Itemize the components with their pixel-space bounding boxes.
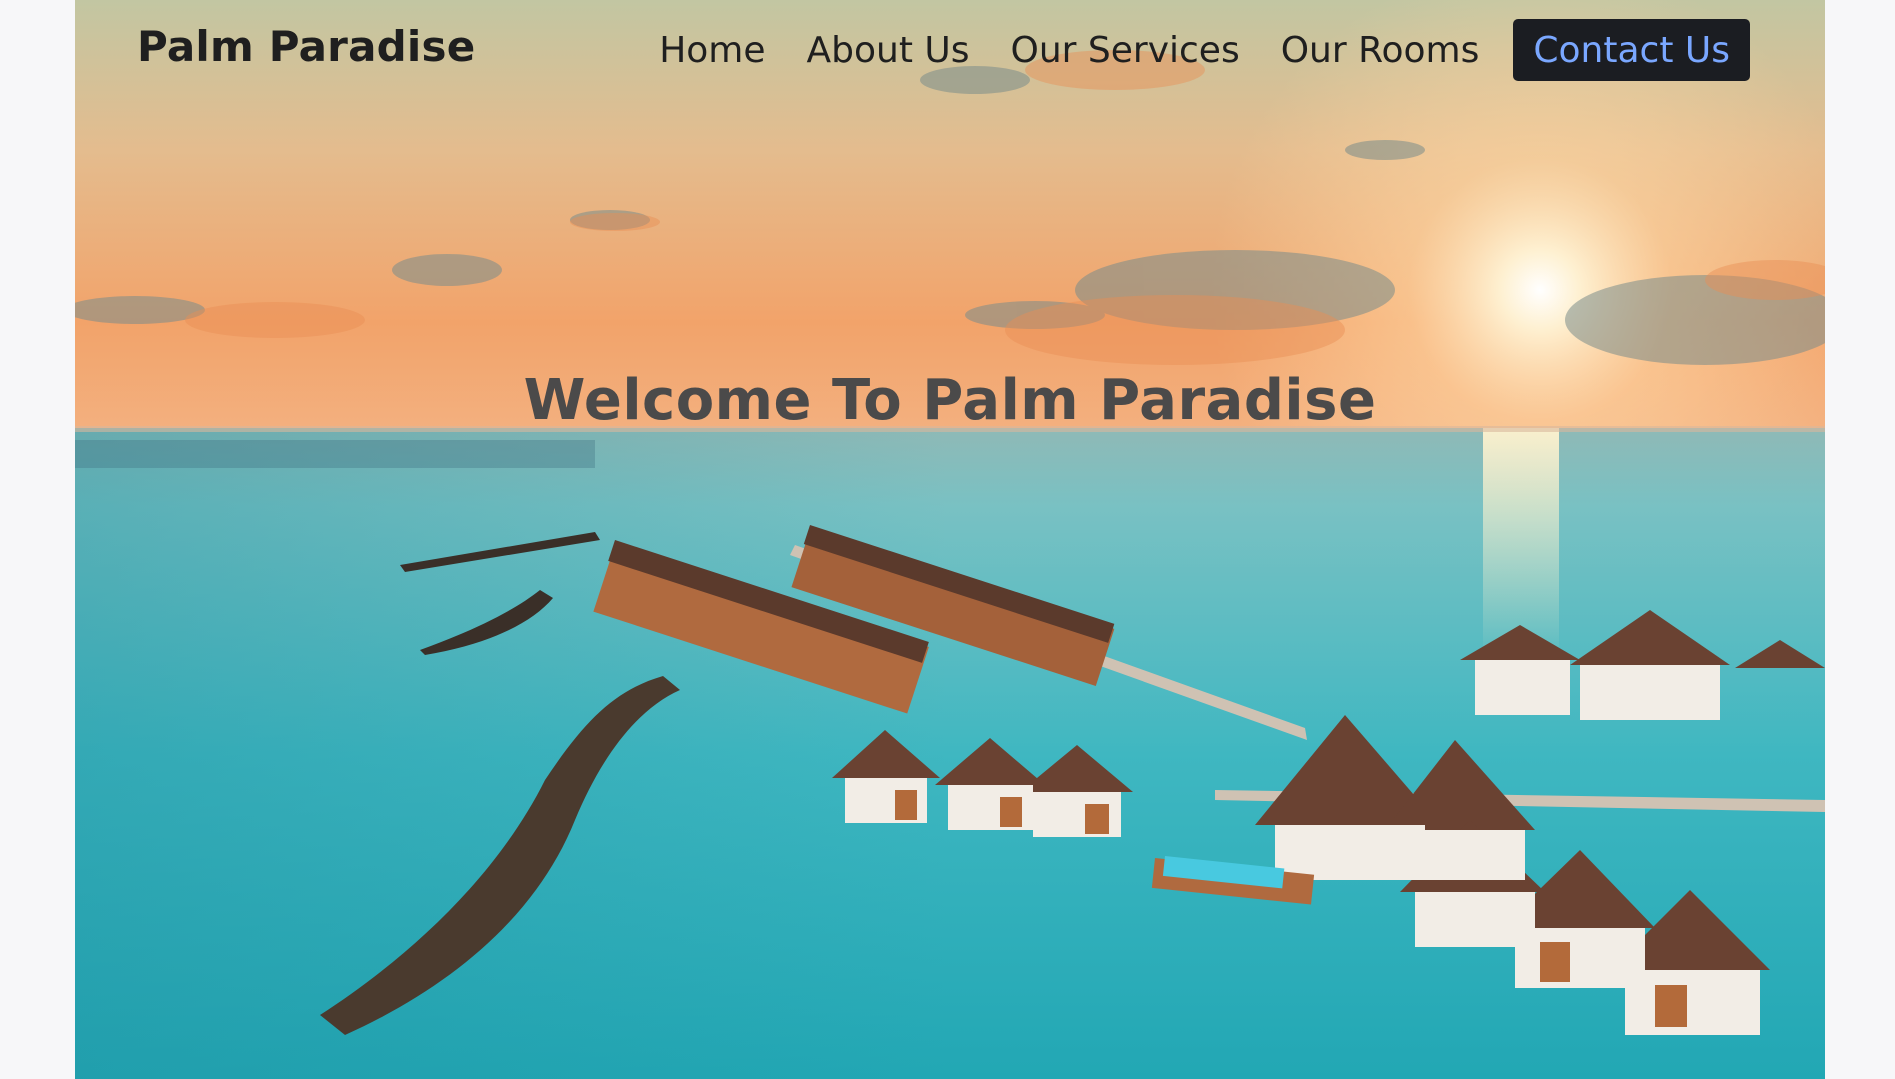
brand-logo-text[interactable]: Palm Paradise bbox=[137, 22, 475, 71]
nav-link-home[interactable]: Home bbox=[659, 30, 765, 71]
nav-link-our-services[interactable]: Our Services bbox=[1011, 30, 1240, 71]
landing-page: Palm Paradise Home About Us Our Services… bbox=[75, 0, 1825, 1079]
top-navbar: Palm Paradise Home About Us Our Services… bbox=[75, 0, 1825, 100]
hero-title: Welcome To Palm Paradise bbox=[523, 368, 1377, 433]
contact-us-button[interactable]: Contact Us bbox=[1513, 19, 1750, 81]
nav-links: Home About Us Our Services Our Rooms Con… bbox=[659, 19, 1750, 81]
nav-link-our-rooms[interactable]: Our Rooms bbox=[1281, 30, 1480, 71]
nav-link-about-us[interactable]: About Us bbox=[807, 30, 970, 71]
hero-background-image bbox=[75, 0, 1825, 1079]
